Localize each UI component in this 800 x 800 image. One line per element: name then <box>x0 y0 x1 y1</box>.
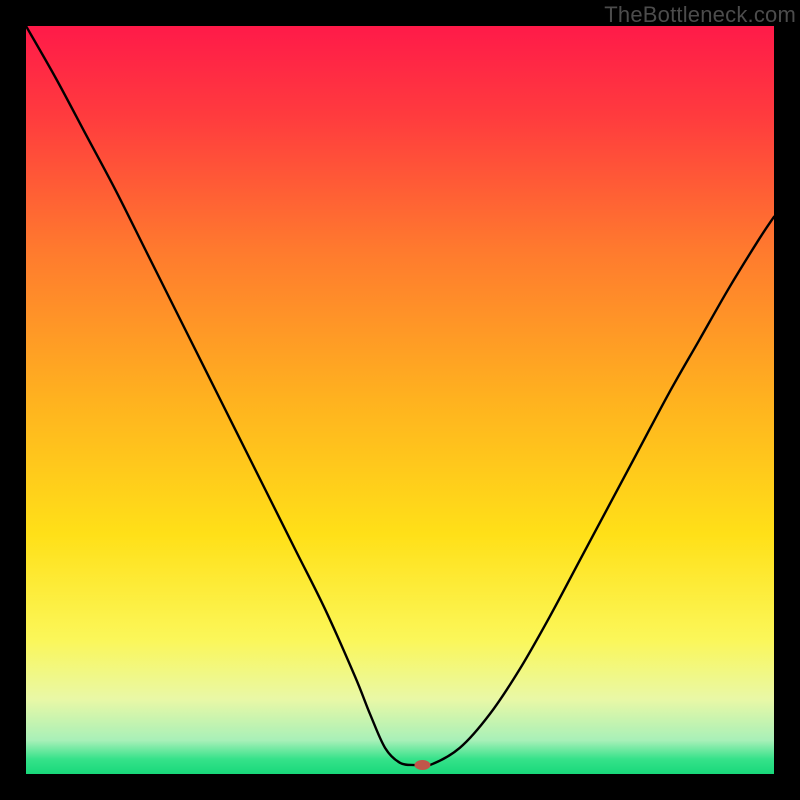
chart-background <box>26 26 774 774</box>
optimal-point-marker <box>414 760 430 770</box>
chart-frame <box>26 26 774 774</box>
bottleneck-chart <box>26 26 774 774</box>
watermark-text: TheBottleneck.com <box>604 2 796 28</box>
